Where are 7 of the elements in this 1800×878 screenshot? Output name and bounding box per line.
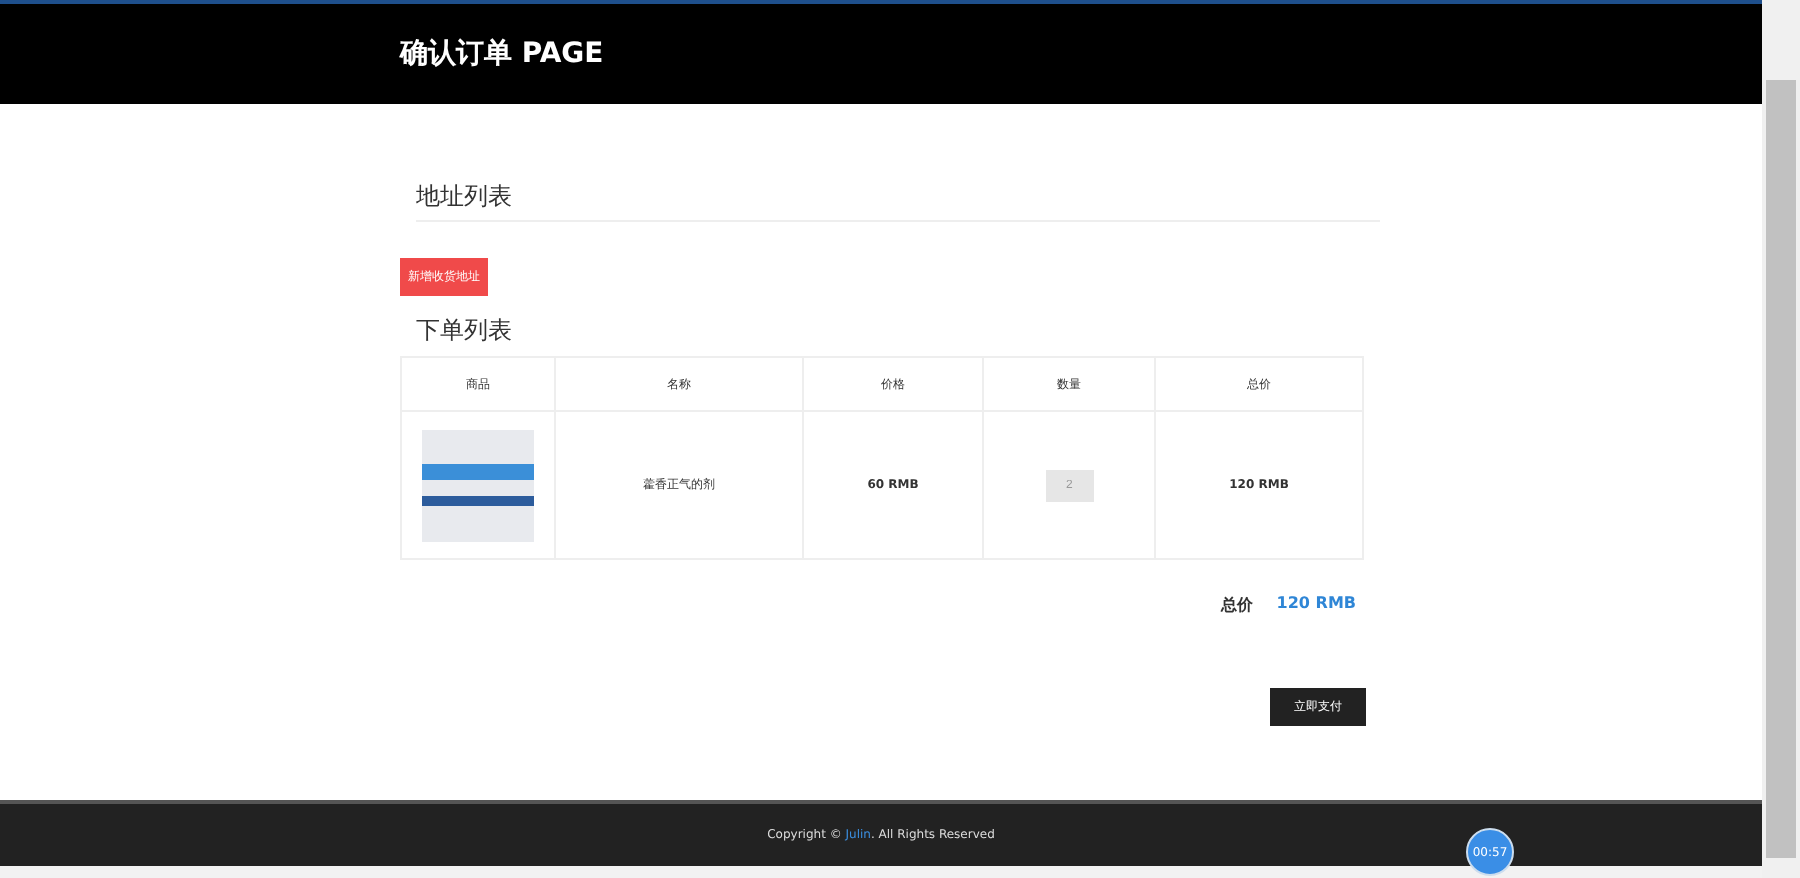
section-heading: 下单列表 — [416, 314, 514, 348]
scrollbar[interactable] — [1762, 0, 1800, 878]
section-heading: 地址列表 — [416, 180, 1380, 222]
product-photo-placeholder — [422, 429, 534, 541]
total-label: 总价 — [1220, 594, 1253, 616]
page-title: 确认订单 PAGE — [400, 36, 604, 72]
total-value: 120 RMB — [1276, 594, 1356, 616]
